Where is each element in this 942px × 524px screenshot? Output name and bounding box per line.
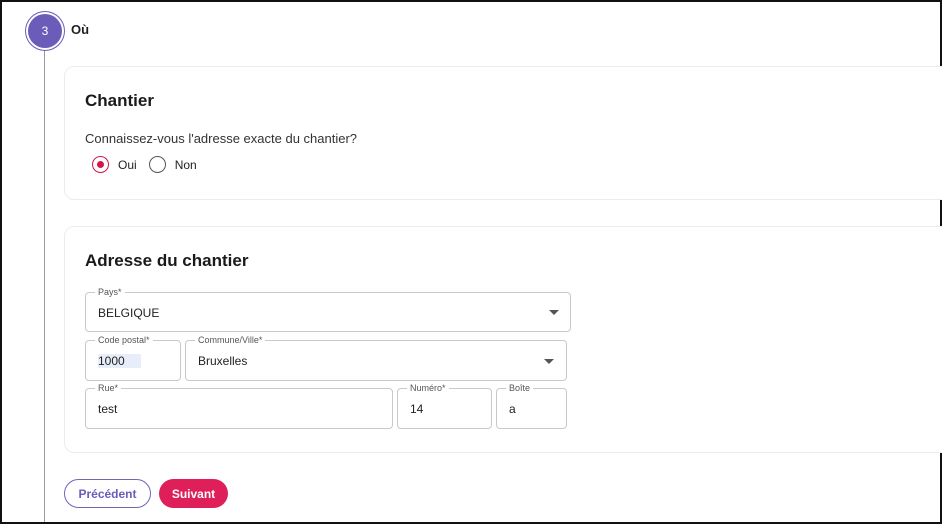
numero-field[interactable]: Numéro* 14 (397, 382, 492, 429)
radio-oui[interactable] (92, 156, 109, 173)
numero-label: Numéro* (407, 382, 449, 394)
boite-label: Boîte (506, 382, 534, 394)
rue-label: Rue* (95, 382, 122, 394)
address-known-question: Connaissez-vous l'adresse exacte du chan… (85, 131, 358, 146)
precedent-button[interactable]: Précédent (64, 479, 151, 508)
pays-value: BELGIQUE (98, 306, 160, 320)
address-known-radio-group: Oui Non (92, 156, 209, 173)
commune-label: Commune/Ville* (195, 334, 266, 346)
code-postal-field[interactable]: Code postal* 1000 (85, 334, 181, 381)
numero-value: 14 (410, 402, 424, 416)
chantier-card: Chantier Connaissez-vous l'adresse exact… (64, 66, 942, 200)
pays-select[interactable]: Pays* BELGIQUE (85, 286, 571, 332)
chevron-down-icon (544, 359, 554, 364)
radio-oui-label[interactable]: Oui (118, 158, 137, 172)
adresse-card: Adresse du chantier Pays* BELGIQUE Code … (64, 226, 942, 453)
radio-non[interactable] (148, 156, 166, 173)
suivant-button[interactable]: Suivant (159, 479, 228, 508)
boite-field[interactable]: Boîte a (496, 382, 567, 429)
radio-non-label[interactable]: Non (175, 158, 197, 172)
code-postal-label: Code postal* (95, 334, 153, 346)
chevron-down-icon (549, 310, 559, 315)
rue-field[interactable]: Rue* test (85, 382, 393, 429)
commune-select[interactable]: Commune/Ville* Bruxelles (185, 334, 567, 381)
adresse-title: Adresse du chantier (85, 251, 249, 270)
code-postal-value: 1000 (98, 354, 141, 368)
boite-value: a (509, 402, 516, 416)
commune-value: Bruxelles (198, 354, 248, 368)
step-label: Où (71, 22, 90, 37)
timeline-line (44, 46, 45, 522)
rue-value: test (98, 402, 118, 416)
step-number-badge: 3 (28, 14, 62, 48)
pays-label: Pays* (95, 286, 125, 298)
chantier-title: Chantier (85, 91, 154, 110)
